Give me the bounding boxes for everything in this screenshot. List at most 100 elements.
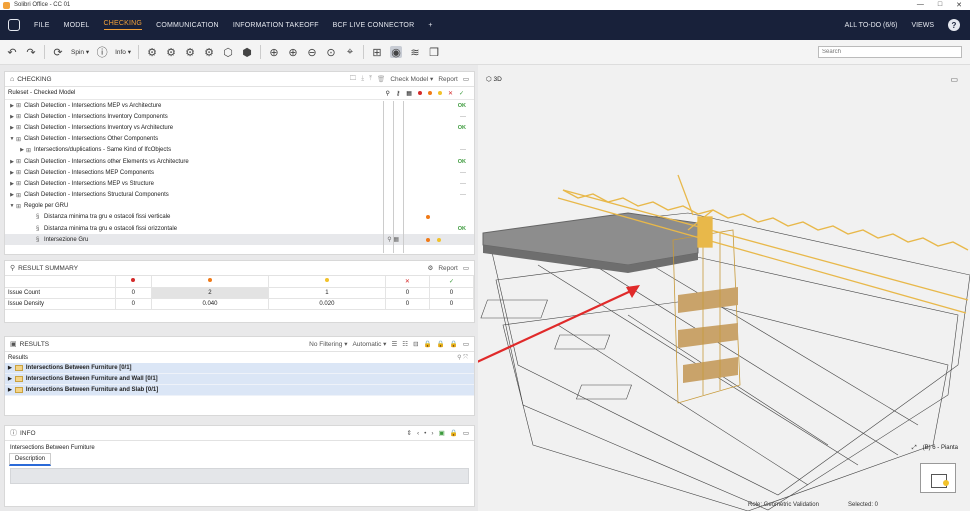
issue-count-accepted[interactable]: 0 [429, 287, 475, 299]
result-row[interactable]: ▶ Intersections Between Furniture and Sla… [5, 385, 474, 397]
expand-icon[interactable]: ⚲ ⤧ [457, 354, 468, 362]
expand-arrow-icon[interactable]: ▶ [8, 159, 16, 165]
export-icon[interactable]: ⤒ [369, 75, 372, 83]
menu-bcf-live-connector[interactable]: BCF LIVE CONNECTOR [333, 22, 415, 29]
transparency-icon[interactable]: ⚙ [203, 46, 215, 59]
expand-arrow-icon[interactable]: ▶ [8, 125, 16, 131]
expand-arrow-icon[interactable]: ▼ [8, 203, 16, 209]
panel-menu-icon[interactable]: ▭ [463, 429, 469, 437]
automatic-dropdown[interactable]: Automatic ▾ [352, 340, 386, 348]
summary-title: RESULT SUMMARY [18, 264, 79, 272]
expand-arrow-icon[interactable]: ▶ [8, 170, 16, 176]
search-input[interactable] [818, 46, 962, 58]
3d-viewport[interactable]: ⬡ 3D ▭ ⤢ (B) 6 - Pianta [478, 65, 970, 511]
close-window-button[interactable]: ✕ [956, 1, 962, 9]
issue-count-low[interactable]: 1 [268, 287, 386, 299]
expand-arrow-icon[interactable]: ▶ [8, 376, 12, 382]
redo-icon[interactable]: ↷ [25, 46, 37, 59]
list-view-icon[interactable]: ☰ [391, 340, 397, 348]
folder-icon[interactable]: 🗀 [350, 74, 357, 85]
lock-icon[interactable]: 🔒 [424, 340, 432, 348]
expand-arrow-icon[interactable]: ▶ [8, 192, 16, 198]
expand-arrow-icon[interactable]: ▶ [8, 114, 16, 120]
checking-icon: ⌂ [10, 75, 15, 83]
spin-dropdown[interactable]: Spin ▾ [71, 48, 89, 56]
menu-checking[interactable]: CHECKING [103, 20, 143, 30]
menu-file[interactable]: FILE [34, 22, 50, 29]
filter-dropdown[interactable]: No Filtering ▾ [309, 340, 347, 348]
issue-count-moderate[interactable]: 2 [151, 287, 269, 299]
results-panel: ▣ RESULTS No Filtering ▾ Automatic ▾ ☰ ☷… [4, 336, 475, 416]
lock-icon[interactable]: 🔒 [450, 429, 458, 437]
zoom-in-icon[interactable]: ⊕ [287, 46, 299, 59]
camera-icon[interactable]: ▣ [439, 429, 445, 437]
home-icon[interactable] [8, 19, 20, 31]
location-icon[interactable]: ◉ [390, 46, 402, 59]
all-todo-button[interactable]: ALL TO-DO (6/6) [845, 22, 898, 29]
dot-icon[interactable]: • [424, 430, 426, 437]
3d-model-view[interactable] [478, 65, 970, 511]
expand-arrow-icon[interactable]: ▶ [8, 103, 16, 109]
hide-icon[interactable]: ⚙ [165, 46, 177, 59]
zoom-fit-icon[interactable]: ⊕ [268, 46, 280, 59]
report-button[interactable]: Report [438, 76, 458, 83]
menu-communication[interactable]: COMMUNICATION [156, 22, 219, 29]
info-icon: ⓘ [10, 430, 17, 437]
tab-description[interactable]: Description [9, 453, 52, 466]
expand-arrow-icon[interactable]: ▶ [8, 365, 12, 371]
zoom-out-icon[interactable]: ⊖ [306, 46, 318, 59]
visibility-icon[interactable]: ⚙ [146, 46, 158, 59]
panel-menu-icon[interactable]: ▭ [463, 340, 469, 348]
info-header: ⓘ INFO ⇕ ‹ • › ▣ 🔒 ▭ [5, 426, 474, 441]
minimize-button[interactable]: — [917, 1, 924, 9]
help-button[interactable]: ? [948, 19, 960, 31]
rule-label: Intersections/duplications - Same Kind o… [34, 147, 172, 154]
issue-count-critical[interactable]: 0 [115, 287, 152, 299]
model-icon[interactable]: ⬢ [241, 46, 253, 59]
filter-icon[interactable]: ⊟ [413, 340, 418, 348]
isolate-icon[interactable]: ⚙ [184, 46, 196, 59]
expand-arrow-icon[interactable]: ▼ [8, 136, 16, 142]
minimap[interactable] [920, 463, 956, 493]
menu-model[interactable]: MODEL [64, 22, 90, 29]
issue-count-rejected[interactable]: 0 [385, 287, 430, 299]
expand-arrow-icon[interactable]: ▶ [18, 147, 26, 153]
menu-information-takeoff[interactable]: INFORMATION TAKEOFF [233, 22, 319, 29]
tree-view-icon[interactable]: ☷ [402, 340, 408, 348]
layers-icon[interactable]: ≋ [409, 46, 421, 59]
nav-icon[interactable]: ⇕ [407, 429, 412, 437]
next-icon[interactable]: › [431, 430, 433, 437]
maximize-button[interactable]: □ [938, 1, 942, 9]
views-button[interactable]: VIEWS [911, 22, 934, 29]
3d-view-icon[interactable]: ❒ [428, 46, 440, 59]
info-icon[interactable]: ⓘ [96, 46, 108, 59]
link-icon: ⚲ [385, 90, 390, 97]
rule-label: Distanza minima tra gru e ostacoli fissi… [44, 225, 178, 232]
expand-arrow-icon[interactable]: ▶ [8, 181, 16, 187]
check-model-button[interactable]: Check Model ▾ [390, 75, 433, 83]
result-row[interactable]: ▶ Intersections Between Furniture and Wal… [5, 374, 474, 386]
add-layout-button[interactable]: + [428, 22, 432, 29]
column-divider [403, 101, 404, 253]
summary-report-button[interactable]: Report [438, 265, 458, 272]
ruleset-icon: ⊞ [16, 181, 22, 188]
floor-plan-icon[interactable]: ⊞ [371, 46, 383, 59]
zoom-selection-icon[interactable]: ⊙ [325, 46, 337, 59]
measure-icon[interactable]: ⌖ [344, 46, 356, 58]
expand-arrow-icon[interactable]: ▶ [8, 387, 12, 393]
expand-icon[interactable]: ⤢ [912, 445, 917, 452]
status-ok-badge: OK [457, 124, 466, 131]
import-icon[interactable]: ⤓ [361, 75, 364, 83]
spin-icon[interactable]: ⟳ [52, 46, 64, 59]
result-row[interactable]: ▶ Intersections Between Furniture [0/1] [5, 363, 474, 375]
lock-icon[interactable]: 🔒 [450, 340, 458, 348]
delete-icon[interactable]: 🗑 [377, 75, 385, 83]
box-icon[interactable]: ⬡ [222, 46, 234, 59]
panel-menu-icon[interactable]: ▭ [463, 264, 469, 272]
prev-icon[interactable]: ‹ [417, 430, 419, 437]
lock-icon[interactable]: 🔒 [437, 340, 445, 348]
settings-icon[interactable]: ⚙ [428, 264, 434, 272]
info-dropdown[interactable]: Info ▾ [115, 48, 131, 56]
panel-menu-icon[interactable]: ▭ [463, 75, 469, 83]
undo-icon[interactable]: ↶ [6, 46, 18, 59]
